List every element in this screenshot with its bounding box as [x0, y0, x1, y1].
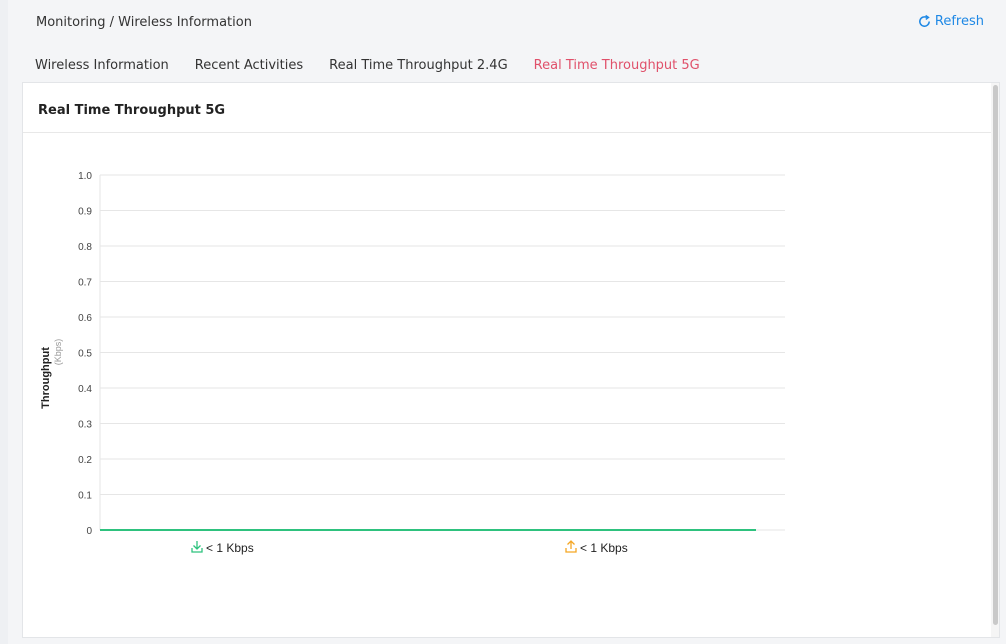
y-tick-label: 0.7 — [78, 278, 92, 289]
refresh-button[interactable]: Refresh — [917, 14, 984, 29]
tab-real-time-throughput-2-4g[interactable]: Real Time Throughput 2.4G — [316, 52, 521, 82]
y-axis-label: Throughput — [40, 347, 52, 409]
y-tick-label: 0.6 — [78, 313, 92, 324]
y-tick-label: 0.9 — [78, 207, 92, 218]
tab-recent-activities[interactable]: Recent Activities — [182, 52, 316, 82]
refresh-label: Refresh — [934, 14, 984, 29]
tab-bar: Wireless Information Recent Activities R… — [22, 52, 713, 84]
app-window: Monitoring / Wireless Information Refres… — [8, 0, 1006, 644]
scrollbar[interactable] — [991, 83, 999, 637]
upload-icon — [565, 540, 577, 553]
scrollbar-thumb[interactable] — [993, 85, 998, 625]
legend-value: < 1 Kbps — [580, 541, 628, 555]
breadcrumb: Monitoring / Wireless Information — [36, 15, 252, 30]
page-header: Monitoring / Wireless Information Refres… — [8, 0, 1006, 46]
y-tick-label: 0 — [86, 526, 92, 537]
throughput-chart: 1.0 0.9 0.8 0.7 0.6 0.5 0.4 0.3 0.2 0.1 0 Throughp… — [40, 171, 785, 555]
tab-real-time-throughput-5g[interactable]: Real Time Throughput 5G — [520, 52, 713, 84]
y-axis-unit: (Kbps) — [53, 339, 63, 366]
y-tick-label: 0.3 — [78, 420, 92, 431]
download-icon — [191, 541, 203, 553]
throughput-panel: Real Time Throughput 5G 1.0 0.9 0.8 0.7 0.6 0… — [22, 82, 1000, 638]
y-tick-label: 0.8 — [78, 242, 92, 253]
tab-wireless-information[interactable]: Wireless Information — [22, 52, 182, 82]
y-tick-label: 0.5 — [78, 349, 92, 360]
panel-title: Real Time Throughput 5G — [38, 103, 226, 118]
refresh-icon — [917, 14, 932, 29]
legend-value: < 1 Kbps — [206, 541, 254, 555]
y-tick-label: 1.0 — [78, 171, 92, 182]
y-tick-label: 0.1 — [78, 491, 92, 502]
y-tick-label: 0.2 — [78, 455, 92, 466]
y-tick-label: 0.4 — [78, 384, 92, 395]
